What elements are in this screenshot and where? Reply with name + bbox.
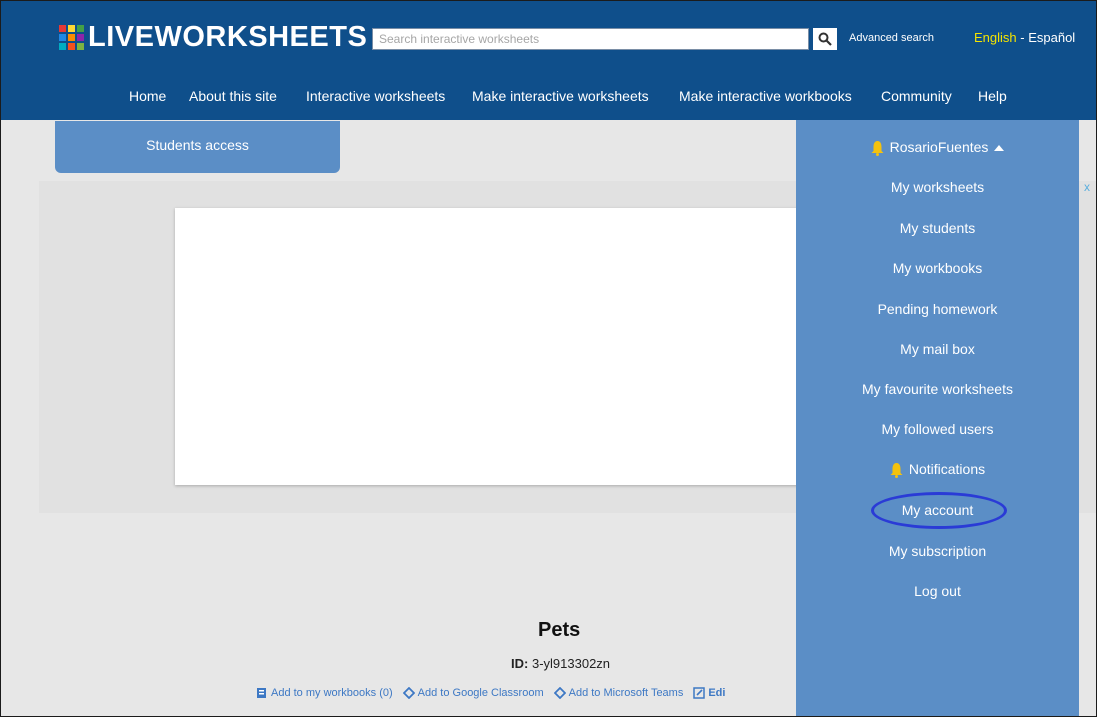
logo-text: LIVEWORKSHEETS	[88, 21, 368, 53]
logo-square	[68, 25, 75, 32]
classroom-icon	[402, 687, 415, 699]
bell-icon	[871, 141, 884, 157]
menu-item-my-subscription[interactable]: My subscription	[796, 543, 1079, 559]
menu-item-my-worksheets[interactable]: My worksheets	[796, 179, 1079, 195]
menu-item-my-followed-users[interactable]: My followed users	[796, 421, 1079, 437]
teams-icon	[553, 687, 566, 699]
nav-community[interactable]: Community	[881, 88, 952, 104]
menu-item-pending-homework[interactable]: Pending homework	[796, 301, 1079, 317]
nav-about[interactable]: About this site	[189, 88, 277, 104]
logo-square	[68, 34, 75, 41]
students-access-tab[interactable]: Students access	[55, 121, 340, 173]
edit-icon	[693, 687, 706, 699]
nav-home[interactable]: Home	[129, 88, 166, 104]
search-icon	[818, 32, 832, 46]
menu-item-log-out[interactable]: Log out	[796, 583, 1079, 599]
nav-make-worksheets[interactable]: Make interactive worksheets	[472, 88, 649, 104]
action-label: Edi	[708, 687, 726, 699]
add-to-google-classroom-link[interactable]: Add to Google Classroom	[402, 687, 544, 699]
menu-item-my-mail-box[interactable]: My mail box	[796, 341, 1079, 357]
menu-item-notifications[interactable]: Notifications	[796, 461, 1079, 479]
logo-square	[77, 34, 84, 41]
logo-square	[77, 43, 84, 50]
search-input[interactable]: Search interactive worksheets	[372, 28, 809, 50]
search-button[interactable]	[813, 28, 837, 50]
action-label: Add to Google Classroom	[417, 687, 544, 699]
lang-english-link[interactable]: English	[974, 30, 1017, 45]
worksheet-frame[interactable]	[175, 208, 815, 485]
worksheet-id: ID: 3-yl913302zn	[511, 656, 610, 671]
advanced-search-link[interactable]: Advanced search	[849, 32, 934, 44]
worksheet-id-value: 3-yl913302zn	[531, 656, 611, 671]
username-label: RosarioFuentes	[889, 139, 989, 155]
logo-square	[68, 43, 75, 50]
logo-grid-icon	[59, 25, 84, 50]
worksheet-title: Pets	[538, 619, 581, 641]
user-menu	[796, 120, 1079, 716]
close-icon[interactable]: x	[1084, 180, 1090, 194]
logo-square	[59, 25, 66, 32]
add-to-workbooks-link[interactable]: Add to my workbooks (0)	[256, 687, 393, 699]
worksheet-actions: Add to my workbooks (0) Add to Google Cl…	[256, 687, 725, 699]
bell-icon	[890, 463, 903, 479]
nav-interactive-worksheets[interactable]: Interactive worksheets	[306, 88, 445, 104]
language-switcher: English - Español	[974, 30, 1075, 45]
notifications-label: Notifications	[908, 461, 986, 477]
worksheet-id-label: ID:	[511, 656, 529, 671]
lang-separator: -	[1016, 30, 1029, 45]
caret-up-icon	[994, 145, 1005, 152]
highlight-ring	[871, 492, 1007, 529]
add-to-microsoft-teams-link[interactable]: Add to Microsoft Teams	[553, 687, 684, 699]
logo-square	[59, 43, 66, 50]
site-logo[interactable]: LIVEWORKSHEETS	[59, 21, 367, 54]
site-header: LIVEWORKSHEETS Search interactive worksh…	[1, 1, 1096, 120]
page: LIVEWORKSHEETS Search interactive worksh…	[0, 0, 1097, 717]
action-label: Add to my workbooks (0)	[271, 687, 393, 699]
user-menu-toggle[interactable]: RosarioFuentes	[796, 139, 1079, 157]
nav-help[interactable]: Help	[978, 88, 1007, 104]
menu-item-my-favourite-worksheets[interactable]: My favourite worksheets	[796, 381, 1079, 397]
logo-square	[59, 34, 66, 41]
nav-make-workbooks[interactable]: Make interactive workbooks	[679, 88, 852, 104]
logo-square	[77, 25, 84, 32]
menu-item-my-workbooks[interactable]: My workbooks	[796, 260, 1079, 276]
workbook-icon	[257, 688, 266, 698]
main-nav: Home About this site Interactive workshe…	[1, 88, 1096, 108]
action-label: Add to Microsoft Teams	[568, 687, 684, 699]
edit-link[interactable]: Edi	[693, 687, 725, 699]
lang-spanish-link[interactable]: Español	[1028, 30, 1075, 45]
menu-item-my-students[interactable]: My students	[796, 220, 1079, 236]
